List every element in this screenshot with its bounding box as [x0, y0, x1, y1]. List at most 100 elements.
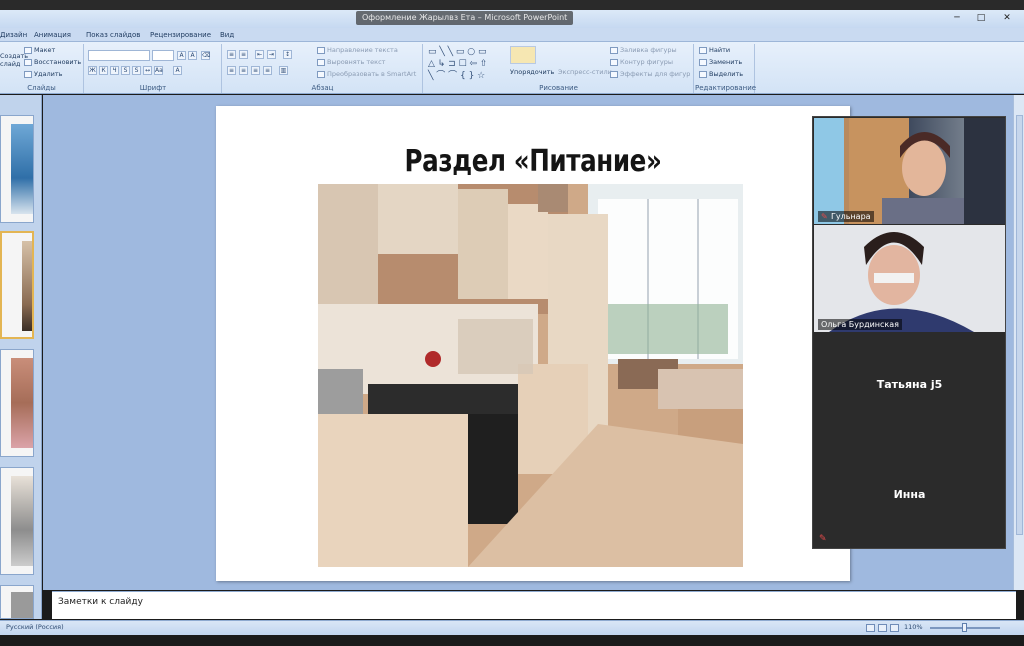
smartart-button[interactable]: Преобразовать в SmartArt — [317, 70, 416, 79]
tab-animation[interactable]: Анимация — [34, 29, 71, 41]
group-drawing: ▭ ╲ ╲ ▭ ○ ▭ △ ↳ ⊐ ☐ ⇦ ⇧ ╲ ⌒ ⌒ { } ☆ Упор… — [424, 44, 694, 93]
slide-thumbnail-selected[interactable] — [0, 231, 34, 339]
slide-thumbnail[interactable] — [0, 349, 34, 457]
font-color-button[interactable]: A — [173, 66, 182, 75]
participant-tile[interactable]: ✎ Гульнара — [814, 118, 1005, 224]
spacing-button[interactable]: ↔ — [143, 66, 152, 75]
new-slide-button[interactable]: Создать слайд — [0, 52, 28, 68]
notes-pane[interactable]: Заметки к слайду — [52, 591, 1016, 619]
mic-muted-icon: ✎ — [819, 534, 827, 544]
participant-tile[interactable]: Ольга Бурдинская — [814, 225, 1005, 332]
select-button[interactable]: Выделить — [699, 70, 743, 79]
group-font-label: Шрифт — [139, 84, 167, 92]
align-text-button[interactable]: Выровнять текст — [317, 58, 385, 67]
participant-tile[interactable]: Татьяна j5 Инна ✎ — [814, 333, 1005, 548]
participant-name: Инна — [893, 488, 926, 501]
decrease-indent-button[interactable]: ⇤ — [255, 50, 264, 59]
shadow-button[interactable]: S — [132, 66, 141, 75]
grow-font-button[interactable]: A — [177, 51, 186, 60]
text-direction-button[interactable]: Направление текста — [317, 46, 398, 55]
italic-button[interactable]: К — [99, 66, 108, 75]
tab-slideshow[interactable]: Показ слайдов — [86, 29, 140, 41]
tab-design[interactable]: Дизайн — [0, 29, 27, 41]
font-size-select[interactable] — [152, 50, 174, 61]
align-right-button[interactable]: ≡ — [251, 66, 260, 75]
font-name-select[interactable] — [88, 50, 150, 61]
status-language[interactable]: Русский (Россия) — [6, 623, 64, 631]
video-conference-panel: ✎ Гульнара Ольга Бурдинская Татьяна j5 Ин… — [812, 116, 1006, 549]
close-button[interactable]: ✕ — [996, 12, 1018, 25]
tab-review[interactable]: Рецензирование — [150, 29, 211, 41]
text-direction-icon — [317, 46, 325, 54]
shape-fill-button[interactable]: Заливка фигуры — [610, 46, 677, 55]
find-button[interactable]: Найти — [699, 46, 730, 55]
participant-video — [814, 225, 1005, 332]
slide-title[interactable]: Раздел «Питание» — [273, 144, 793, 179]
replace-button[interactable]: Заменить — [699, 58, 742, 67]
slides-panel — [0, 95, 42, 619]
align-left-button[interactable]: ≡ — [227, 66, 236, 75]
group-editing-label: Редактирование — [695, 84, 757, 92]
group-drawing-label: Рисование — [539, 84, 578, 92]
zoom-level[interactable]: 110% — [904, 623, 923, 631]
case-button[interactable]: Aa — [154, 66, 163, 75]
slide-thumbnail[interactable] — [0, 585, 34, 619]
line-spacing-button[interactable]: ↕ — [283, 50, 292, 59]
shapes-gallery-row3[interactable]: ╲ ⌒ ⌒ { } ☆ — [428, 72, 485, 81]
layout-button[interactable]: Макет — [24, 46, 55, 55]
participant-name: ✎ Гульнара — [818, 211, 874, 222]
reset-button[interactable]: Восстановить — [24, 58, 81, 67]
bullets-button[interactable]: ≡ — [227, 50, 236, 59]
outline-icon — [610, 58, 618, 66]
layout-icon — [24, 46, 32, 54]
shape-outline-button[interactable]: Контур фигуры — [610, 58, 673, 67]
clear-format-button[interactable]: ⌫ — [201, 51, 210, 60]
arrange-button[interactable]: Упорядочить — [510, 68, 554, 77]
thumbnail-image — [11, 124, 33, 214]
minimize-button[interactable]: ─ — [946, 12, 968, 25]
kitchen-photo[interactable] — [318, 184, 743, 567]
shapes-gallery[interactable]: ▭ ╲ ╲ ▭ ○ ▭ — [428, 48, 487, 57]
ribbon-tabs: Дизайн Анимация Показ слайдов Рецензиров… — [0, 28, 1024, 42]
mic-muted-icon: ✎ — [821, 212, 828, 221]
quick-styles-button[interactable]: Экспресс-стили — [558, 68, 612, 77]
maximize-button[interactable]: □ — [970, 12, 992, 25]
group-font: A A ⌫ Ж К Ч S S ↔ Aa A Шрифт — [85, 44, 222, 93]
zoom-slider-handle[interactable] — [962, 623, 967, 632]
replace-icon — [699, 58, 707, 66]
group-paragraph-label: Абзац — [311, 84, 334, 92]
increase-indent-button[interactable]: ⇥ — [267, 50, 276, 59]
delete-icon — [24, 70, 32, 78]
sorter-view-icon[interactable] — [878, 624, 887, 632]
thumbnail-image — [22, 241, 32, 331]
tab-view[interactable]: Вид — [220, 29, 234, 41]
participant-name: Татьяна j5 — [876, 378, 943, 391]
shapes-gallery-row2[interactable]: △ ↳ ⊐ ☐ ⇦ ⇧ — [428, 60, 487, 69]
title-bar: Оформление Жарылвз Ета – Microsoft Power… — [0, 10, 1024, 28]
bold-button[interactable]: Ж — [88, 66, 97, 75]
slide-canvas[interactable]: Раздел «Питание» — [216, 106, 850, 581]
align-center-button[interactable]: ≡ — [239, 66, 248, 75]
slide-thumbnail[interactable] — [0, 467, 34, 575]
window-title: Оформление Жарылвз Ета – Microsoft Power… — [356, 11, 574, 25]
kitchen-image — [318, 184, 743, 567]
shape-effects-button[interactable]: Эффекты для фигур — [610, 70, 690, 79]
strike-button[interactable]: S — [121, 66, 130, 75]
thumbnail-image — [11, 592, 33, 618]
columns-button[interactable]: ▥ — [279, 66, 288, 75]
delete-button[interactable]: Удалить — [24, 70, 62, 79]
justify-button[interactable]: ≡ — [263, 66, 272, 75]
reset-icon — [24, 58, 32, 66]
thumbnail-image — [11, 358, 33, 448]
vertical-scrollbar[interactable] — [1013, 95, 1024, 590]
slideshow-view-icon[interactable] — [890, 624, 899, 632]
effects-icon — [610, 70, 618, 78]
shrink-font-button[interactable]: A — [188, 51, 197, 60]
scrollbar-thumb[interactable] — [1016, 115, 1023, 535]
normal-view-icon[interactable] — [866, 624, 875, 632]
group-slides: Создать слайд Макет Восстановить Удалить… — [0, 44, 84, 93]
group-paragraph: ≡ ≡ ⇤ ⇥ ↕ ≡ ≡ ≡ ≡ ▥ Направление текста В… — [223, 44, 423, 93]
underline-button[interactable]: Ч — [110, 66, 119, 75]
numbering-button[interactable]: ≡ — [239, 50, 248, 59]
slide-thumbnail[interactable] — [0, 115, 34, 223]
